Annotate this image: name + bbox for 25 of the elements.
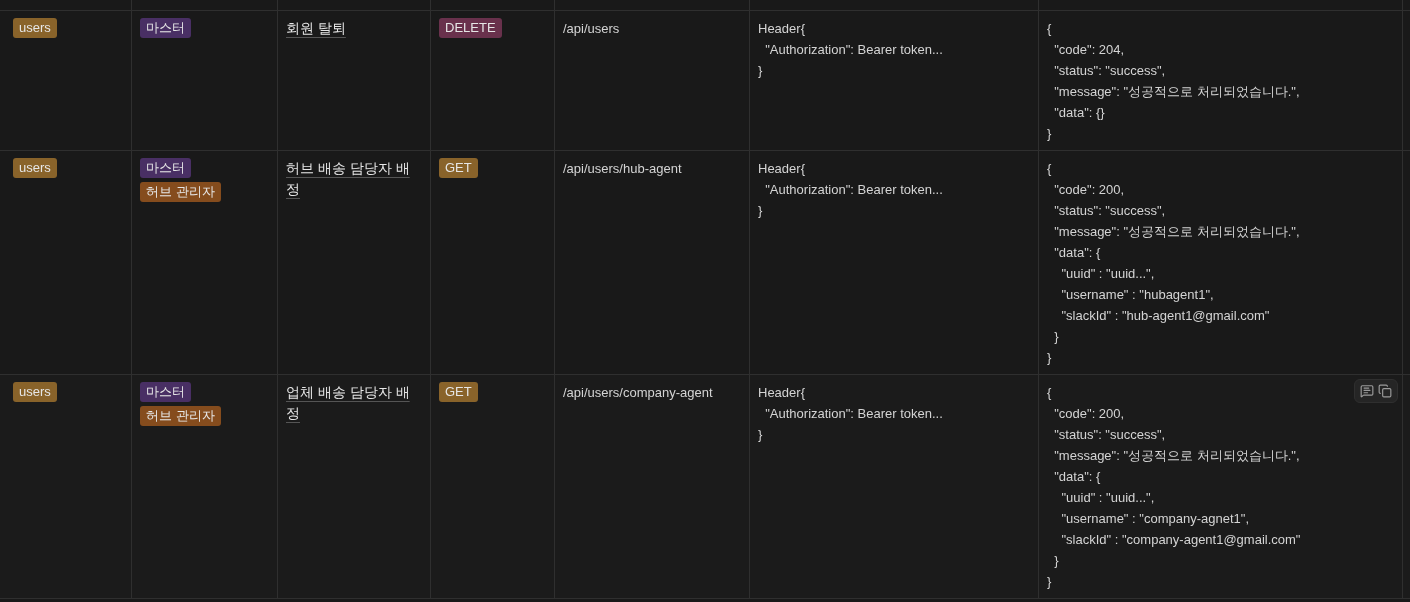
tag: users xyxy=(13,158,57,178)
tag: users xyxy=(13,382,57,402)
tag: 허브 관리자 xyxy=(140,406,221,426)
tag: 마스터 xyxy=(140,382,191,402)
page-title-link[interactable]: 업체 배송 담당자 배정 xyxy=(286,382,422,424)
response-body: { "code": 204, "status": "success", "message": "성공적으로 처리되었습니다.", "data": {} } xyxy=(1047,20,1300,143)
page-title-link[interactable]: 허브 배송 담당자 배정 xyxy=(286,158,422,200)
tag: DELETE xyxy=(439,18,502,38)
endpoint-path: /api/users xyxy=(563,21,620,36)
request-header: Header{ "Authorization": Bearer token... } xyxy=(758,20,944,80)
tag: 마스터 xyxy=(140,158,191,178)
comment-icon[interactable] xyxy=(1360,384,1374,398)
endpoint-path: /api/users/company-agent xyxy=(563,385,713,400)
tag: users xyxy=(13,18,57,38)
request-header: Header{ "Authorization": Bearer token... } xyxy=(758,384,944,444)
response-body: { "code": 200, "status": "success", "message": "성공적으로 처리되었습니다.", "data": { "uuid" : "uuid...", "username" : "hubagent1", "slackId" : "hub-agent1@gmail.com" } } xyxy=(1047,160,1300,367)
page-title-link[interactable]: 회원 탈퇴 xyxy=(286,18,422,39)
tag: 허브 관리자 xyxy=(140,182,221,202)
request-header: Header{ "Authorization": Bearer token... } xyxy=(758,160,944,220)
tag: 마스터 xyxy=(140,18,191,38)
endpoint-path: /api/users/hub-agent xyxy=(563,161,682,176)
tag: GET xyxy=(439,158,478,178)
response-body: { "code": 200, "status": "success", "message": "성공적으로 처리되었습니다.", "data": { "uuid" : "uuid...", "username" : "company-agnet1", "slackId" : "company-agent1@gmail.com" } } xyxy=(1047,384,1301,591)
tag: GET xyxy=(439,382,478,402)
copy-icon[interactable] xyxy=(1378,384,1392,398)
